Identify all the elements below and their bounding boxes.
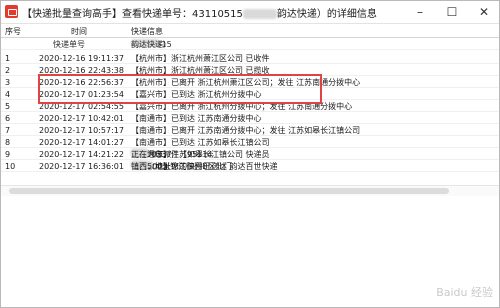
redacted-block [242, 9, 277, 19]
close-button[interactable]: ✕ [469, 1, 499, 23]
table-row[interactable]: 9 2020-12-17 14:21:22 【南通市】江苏如皋长江镇公司 快递员… [1, 149, 499, 160]
table-row[interactable]: 7 2020-12-17 10:57:17 【南通市】已离开 江苏南通分拨中心；… [1, 125, 499, 136]
header-time[interactable]: 时间 [71, 26, 87, 37]
title-prefix: 【快递批量查询高手】查看快递单号： [22, 9, 192, 20]
scrollbar-thumb[interactable] [9, 188, 449, 194]
table-subheader-row[interactable]: 快递单号 43110515韵达快递） [1, 39, 499, 50]
maximize-button[interactable]: ☐ [437, 1, 467, 23]
table-row[interactable]: 10 2020-12-17 16:36:01 【代收点】您的快件已送达 韵达百世… [1, 161, 499, 172]
annotation-highlight-box [38, 74, 322, 104]
close-icon: ✕ [478, 5, 490, 19]
window-title: 【快递批量查询高手】查看快递单号：43110515 韵达快递）的详细信息 [22, 5, 377, 20]
title-bar: 【快递批量查询高手】查看快递单号：43110515 韵达快递）的详细信息 – ☐ … [1, 1, 499, 24]
app-logo-icon [5, 5, 18, 18]
title-suffix: 韵达快递）的详细信息 [276, 9, 377, 20]
header-info[interactable]: 快递信息 [131, 26, 163, 37]
horizontal-scrollbar[interactable] [1, 185, 499, 196]
empty-area: Baidu 经验 [1, 196, 499, 306]
minimize-button[interactable]: – [405, 1, 435, 23]
maximize-icon: ☐ [446, 5, 458, 19]
title-tracking-no: 43110515 [192, 9, 243, 20]
table-header: 序号 时间 快递信息 [1, 24, 499, 38]
header-seq[interactable]: 序号 [5, 26, 21, 37]
tracking-table: 序号 时间 快递信息 快递单号 43110515韵达快递） 1 2020-12-… [1, 24, 499, 184]
table-row[interactable]: 1 2020-12-16 19:11:37 【杭州市】浙江杭州萧江区公司 已收件 [1, 53, 499, 64]
minimize-icon: – [417, 5, 423, 19]
table-row[interactable]: 6 2020-12-17 10:42:01 【南通市】已到达 江苏南通分拨中心 [1, 113, 499, 124]
app-window: 【快递批量查询高手】查看快递单号：43110515 韵达快递）的详细信息 – ☐ … [0, 0, 500, 308]
table-row[interactable]: 8 2020-12-17 14:01:27 【南通市】已到达 江苏如皋长江镇公司 [1, 137, 499, 148]
watermark: Baidu 经验 [436, 286, 493, 299]
